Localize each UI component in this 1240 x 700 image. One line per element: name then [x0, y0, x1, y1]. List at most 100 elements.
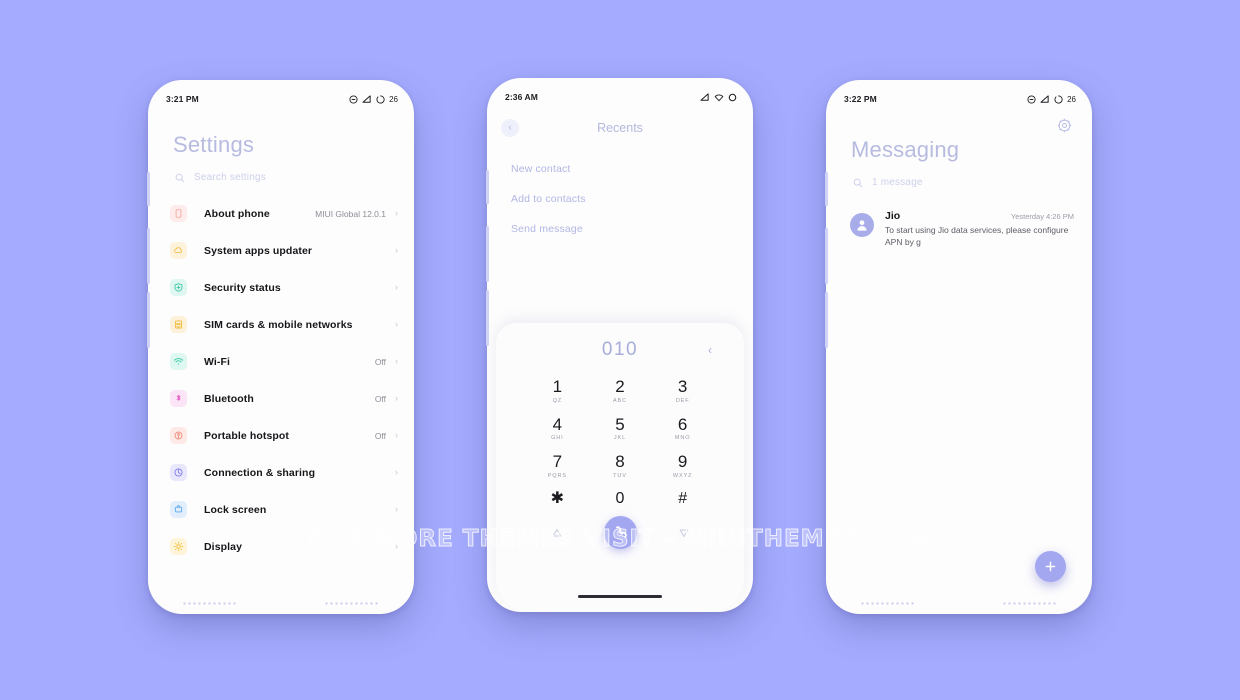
- keypad-key[interactable]: 1 QZ: [526, 373, 589, 408]
- power-button[interactable]: [486, 170, 489, 204]
- back-button[interactable]: ‹: [501, 119, 519, 137]
- settings-row-label: Wi-Fi: [204, 355, 231, 368]
- settings-row[interactable]: Display ›: [148, 528, 414, 565]
- backspace-button[interactable]: ‹: [708, 343, 712, 357]
- battery-icon: [1054, 94, 1063, 103]
- cloud-icon: [170, 242, 187, 259]
- status-bar: 3:21 PM 26: [148, 80, 414, 110]
- dialer-phone-screen: 2:36 AM ‹ Recents New contact Add to cont…: [487, 78, 753, 612]
- keypad-key-letters: TUV: [613, 472, 627, 479]
- status-bar: 3:22 PM 26: [826, 80, 1092, 110]
- settings-row-value: Off: [374, 393, 386, 404]
- settings-row[interactable]: Connection & sharing ›: [148, 454, 414, 491]
- favorites-icon[interactable]: [678, 527, 690, 539]
- conversation-name: Jio: [885, 210, 901, 222]
- search-input[interactable]: Search settings: [148, 158, 414, 183]
- keypad-key-letters: QZ: [552, 397, 563, 404]
- settings-row-value: Off: [374, 430, 386, 441]
- power-button[interactable]: [147, 172, 150, 206]
- keypad-key-digit: 8: [615, 452, 625, 472]
- home-indicator: [578, 595, 662, 598]
- keypad-key[interactable]: 4 GHI: [526, 411, 589, 446]
- status-bar-icons: 26: [1027, 95, 1076, 104]
- keypad-key[interactable]: 2 ABC: [589, 373, 652, 408]
- search-input[interactable]: 1 message: [826, 163, 1092, 188]
- settings-row[interactable]: Bluetooth Off ›: [148, 380, 414, 417]
- keypad-key-digit: 3: [677, 377, 688, 396]
- keypad-key-digit: #: [678, 489, 688, 507]
- lock-screen-icon: [170, 501, 187, 518]
- volume-up-button[interactable]: [825, 228, 828, 284]
- keypad-key-letters: ABC: [612, 397, 627, 404]
- settings-row[interactable]: About phone MIUI Global 12.0.1 ›: [148, 195, 414, 232]
- power-button[interactable]: [825, 172, 828, 206]
- keypad-key[interactable]: 9 WXYZ: [651, 448, 714, 483]
- settings-row[interactable]: Wi-Fi Off ›: [148, 343, 414, 380]
- avatar: [850, 213, 874, 237]
- dialer-menu-item[interactable]: Send message: [511, 214, 753, 244]
- keypad-key[interactable]: 6 MNO: [651, 411, 714, 446]
- keypad-key[interactable]: #: [651, 486, 714, 512]
- new-message-button[interactable]: [1035, 551, 1066, 582]
- keypad-key[interactable]: 8 TUV: [589, 448, 652, 483]
- plus-icon: [1045, 561, 1056, 572]
- chevron-right-icon: ›: [395, 356, 398, 366]
- status-bar-icons: 26: [349, 95, 398, 104]
- conversation-time: Yesterday 4:26 PM: [1010, 212, 1074, 221]
- battery-level: 26: [389, 94, 398, 104]
- hotspot-icon: [170, 427, 187, 444]
- dialer-menu-item[interactable]: Add to contacts: [511, 184, 753, 214]
- settings-row[interactable]: Security status ›: [148, 269, 414, 306]
- settings-row-label: Lock screen: [204, 503, 267, 516]
- dialer-display: 010 ‹: [496, 333, 744, 367]
- volume-down-button[interactable]: [147, 292, 150, 348]
- volume-down-button[interactable]: [825, 292, 828, 348]
- search-icon: [175, 173, 185, 182]
- keypad-key-digit: 7: [552, 452, 563, 472]
- search-placeholder: Search settings: [194, 172, 266, 183]
- conversation-list: Jio Yesterday 4:26 PM To start using Jio d…: [826, 188, 1092, 249]
- keypad-key[interactable]: 3 DEF: [651, 373, 714, 408]
- settings-row[interactable]: Portable hotspot Off ›: [148, 417, 414, 454]
- chevron-right-icon: ›: [395, 208, 398, 218]
- keypad-key[interactable]: 7 PQRS: [526, 448, 589, 483]
- settings-row-value: Off: [374, 356, 386, 367]
- volume-up-button[interactable]: [486, 226, 489, 282]
- settings-button[interactable]: [826, 110, 1092, 133]
- keypad-key[interactable]: 5 JKL: [589, 411, 652, 446]
- dialer-title: Recents: [597, 121, 643, 135]
- call-button[interactable]: [603, 516, 637, 550]
- dnd-icon: [349, 94, 358, 104]
- chevron-right-icon: ›: [395, 245, 398, 255]
- battery-level: 26: [1067, 94, 1076, 104]
- conversation-row[interactable]: Jio Yesterday 4:26 PM To start using Jio d…: [826, 188, 1092, 249]
- volume-up-button[interactable]: [147, 228, 150, 284]
- settings-row-label: Portable hotspot: [204, 429, 290, 442]
- keypad-key-letters: GHI: [551, 435, 564, 442]
- keypad-key-digit: 5: [615, 414, 625, 434]
- search-icon: [853, 178, 863, 187]
- signal-icon: [362, 94, 371, 103]
- bluetooth-icon: [170, 390, 187, 407]
- settings-row[interactable]: SIM cards & mobile networks ›: [148, 306, 414, 343]
- sim-card-icon: [170, 316, 187, 333]
- settings-row[interactable]: Lock screen ›: [148, 491, 414, 528]
- chevron-right-icon: ›: [395, 430, 398, 440]
- volume-down-button[interactable]: [486, 290, 489, 346]
- keypad-key[interactable]: ✱: [526, 486, 589, 512]
- chevron-right-icon: ›: [395, 319, 398, 329]
- dialer-menu-item[interactable]: New contact: [511, 154, 753, 184]
- keypad-key-digit: 4: [552, 414, 563, 434]
- status-bar-icons: [700, 92, 737, 102]
- settings-row[interactable]: System apps updater ›: [148, 232, 414, 269]
- keypad-key[interactable]: 0: [589, 486, 652, 512]
- phone-icon: [170, 205, 187, 222]
- contacts-icon[interactable]: [551, 527, 563, 539]
- speaker-grill: [826, 602, 1092, 608]
- keypad-key-digit: ✱: [550, 489, 565, 507]
- status-bar-time: 3:21 PM: [166, 94, 199, 104]
- speaker-grill: [148, 602, 414, 608]
- settings-row-label: Display: [204, 540, 243, 553]
- keypad-key-digit: 0: [615, 489, 625, 507]
- status-bar-time: 3:22 PM: [844, 94, 877, 104]
